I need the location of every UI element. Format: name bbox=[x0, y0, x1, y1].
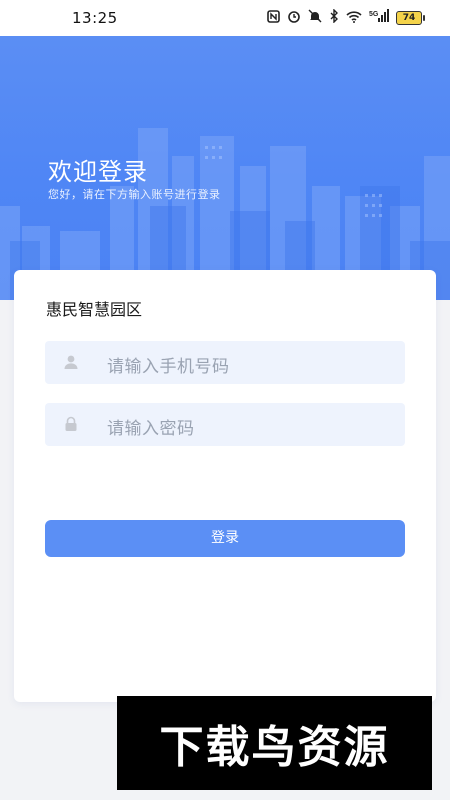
welcome-title: 欢迎登录 bbox=[48, 158, 148, 186]
nfc-icon bbox=[267, 9, 280, 27]
login-button[interactable]: 登录 bbox=[45, 520, 405, 557]
wifi-icon bbox=[346, 10, 362, 27]
welcome-subtitle: 您好，请在下方输入账号进行登录 bbox=[48, 188, 221, 201]
signal-label: 5G bbox=[369, 11, 379, 18]
mute-icon bbox=[308, 9, 322, 27]
alarm-icon bbox=[287, 9, 301, 27]
status-time: 13:25 bbox=[72, 9, 118, 27]
password-field[interactable]: 请输入密码 bbox=[45, 403, 405, 446]
signal-icon: 5G bbox=[369, 9, 389, 27]
battery-indicator: 74 bbox=[396, 11, 425, 25]
password-placeholder: 请输入密码 bbox=[107, 419, 195, 439]
phone-placeholder: 请输入手机号码 bbox=[107, 357, 230, 377]
status-bar: 13:25 5G 74 bbox=[0, 0, 450, 36]
app-name: 惠民智慧园区 bbox=[46, 300, 143, 319]
user-icon bbox=[63, 354, 79, 370]
lock-icon bbox=[63, 416, 79, 432]
watermark-logo: 下载鸟资源 bbox=[117, 696, 432, 790]
status-icons: 5G 74 bbox=[267, 8, 425, 27]
login-card: 惠民智慧园区 请输入手机号码 请输入密码 登录 bbox=[14, 270, 436, 702]
hero-banner: 欢迎登录 您好，请在下方输入账号进行登录 bbox=[0, 36, 450, 300]
watermark-text: 下载鸟资源 bbox=[159, 722, 390, 773]
phone-field[interactable]: 请输入手机号码 bbox=[45, 341, 405, 384]
bluetooth-icon bbox=[329, 8, 339, 27]
